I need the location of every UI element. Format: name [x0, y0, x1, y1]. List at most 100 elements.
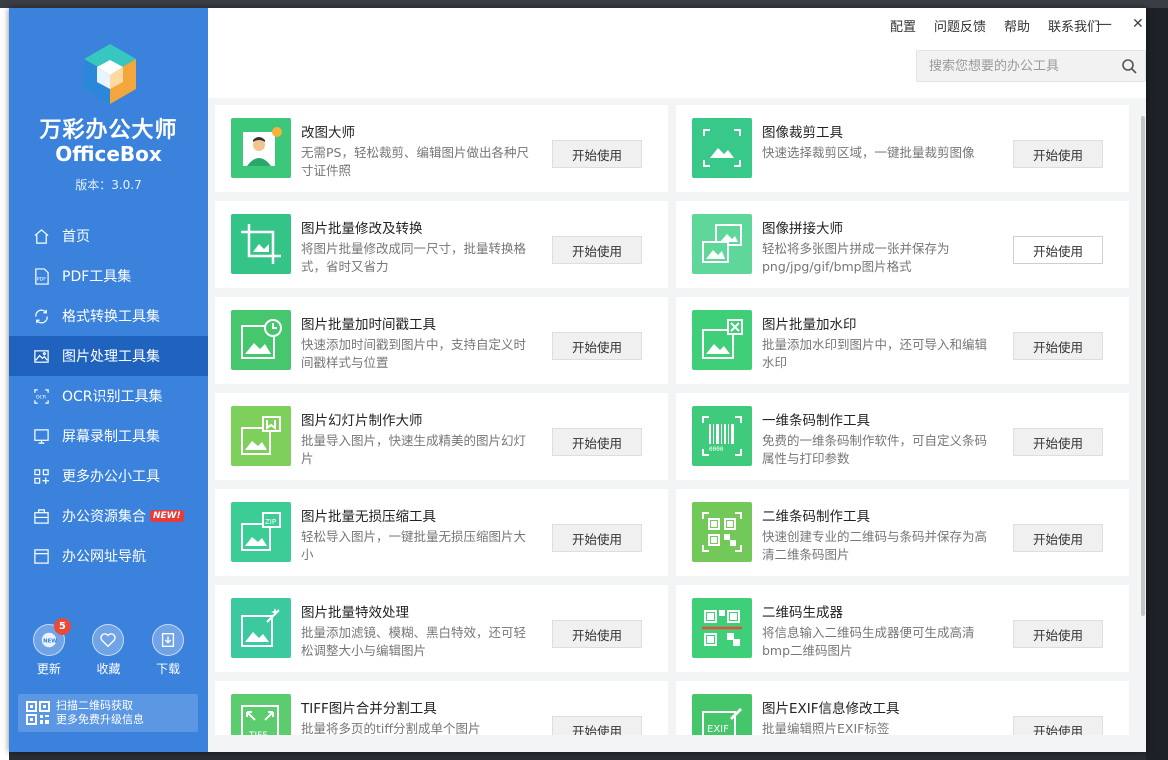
download-label: 下载: [156, 662, 181, 676]
sidebar-item-label: 图片处理工具集: [62, 349, 160, 365]
zip-icon: ZIP: [231, 502, 291, 562]
tool-description: 批量导入图片，快速生成精美的图片幻灯片: [301, 433, 527, 466]
config-link[interactable]: 配置: [890, 16, 916, 35]
tool-description: 批量添加水印到图片中，还可导入和编辑水印: [762, 337, 988, 370]
tool-description: 批量添加滤镜、模糊、黑白特效，还可轻松调整大小与编辑图片: [301, 625, 527, 658]
tool-description: 将信息输入二维码生成器便可生成高清bmp二维码图片: [762, 625, 975, 658]
tool-card: 图片幻灯片制作大师 批量导入图片，快速生成精美的图片幻灯片 开始使用: [215, 393, 668, 480]
start-button[interactable]: 开始使用: [1013, 524, 1103, 552]
tool-card: 图片批量加水印 批量添加水印到图片中，还可导入和编辑水印 开始使用: [676, 297, 1129, 384]
sidebar-item-resources[interactable]: 办公资源集合 NEW!: [9, 496, 208, 536]
briefcase-icon: [31, 506, 51, 526]
tool-card: 图像拼接大师 轻松将多张图片拼成一张并保存为png/jpg/gif/bmp图片格…: [676, 201, 1129, 288]
start-button[interactable]: 开始使用: [1013, 428, 1103, 456]
exif-icon: EXIF: [692, 694, 752, 735]
tool-description: 快速选择裁剪区域，一键批量裁剪图像: [762, 145, 975, 160]
sidebar-item-home[interactable]: 首页: [9, 216, 208, 256]
sidebar-item-image[interactable]: 图片处理工具集: [9, 336, 208, 376]
sidebar-nav: 首页 PDF PDF工具集 格式转换工具集 图片处理工具集 OCR OCR识别工…: [9, 216, 208, 576]
app-subtitle: OfficeBox: [55, 142, 162, 166]
tool-description: 将图片批量修改成同一尺寸，批量转换格式，省时又省力: [301, 241, 527, 274]
favorites-button[interactable]: 收藏: [83, 624, 133, 677]
update-label: 更新: [36, 662, 61, 676]
qr-promo[interactable]: 扫描二维码获取 更多免费升级信息: [18, 694, 198, 732]
tools-panel: 改图大师 无需PS，轻松裁剪、编辑图片做出各种尺寸证件照 开始使用 图像裁剪工具…: [215, 105, 1129, 735]
contact-link[interactable]: 联系我们: [1048, 16, 1100, 35]
tool-title: 图片批量加时间戳工具: [301, 317, 436, 333]
start-button[interactable]: 开始使用: [552, 332, 642, 360]
start-button[interactable]: 开始使用: [552, 236, 642, 264]
tool-card: 图片批量特效处理 批量添加滤镜、模糊、黑白特效，还可轻松调整大小与编辑图片 开始…: [215, 585, 668, 672]
app-title: 万彩办公大师: [39, 118, 178, 143]
sidebar-item-label: 首页: [62, 229, 90, 245]
sidebar-item-apps[interactable]: 更多办公小工具: [9, 456, 208, 496]
tiff-icon: TIFF: [231, 694, 291, 735]
sidebar-item-pdf[interactable]: PDF PDF工具集: [9, 256, 208, 296]
start-button[interactable]: 开始使用: [552, 428, 642, 456]
qrcode-maker-icon: [692, 502, 752, 562]
barcode-icon: 0000: [692, 406, 752, 466]
start-button[interactable]: 开始使用: [552, 716, 642, 735]
portrait-icon: [231, 118, 291, 178]
minimize-button[interactable]: —: [1096, 14, 1112, 33]
browser-icon: [31, 546, 51, 566]
start-button[interactable]: 开始使用: [552, 140, 642, 168]
start-button[interactable]: 开始使用: [1013, 716, 1103, 735]
tool-title: 二维码生成器: [762, 605, 843, 621]
timestamp-icon: [231, 310, 291, 370]
sidebar-item-label: 屏幕录制工具集: [62, 429, 160, 445]
start-button[interactable]: 开始使用: [1013, 620, 1103, 648]
sidebar-item-screen[interactable]: 屏幕录制工具集: [9, 416, 208, 456]
tool-title: 图片EXIF信息修改工具: [762, 701, 900, 717]
tool-description: 批量将多页的tiff分割成单个图片: [301, 721, 481, 735]
screen-icon: [31, 426, 51, 446]
tool-title: 图像裁剪工具: [762, 125, 843, 141]
resize-icon: [231, 214, 291, 274]
tool-title: 改图大师: [301, 125, 355, 141]
sidebar-item-ocr[interactable]: OCR OCR识别工具集: [9, 376, 208, 416]
close-button[interactable]: ✕: [1132, 16, 1144, 32]
start-button[interactable]: 开始使用: [552, 524, 642, 552]
tool-card: EXIF 图片EXIF信息修改工具 批量编辑照片EXIF标签 开始使用: [676, 681, 1129, 735]
tool-description: 轻松导入图片，一键批量无损压缩图片大小: [301, 529, 527, 562]
apps-icon: [31, 466, 51, 486]
tool-card: 0000 一维条码制作工具 免费的一维条码制作软件，可自定义条码属性与打印参数 …: [676, 393, 1129, 480]
qrcode-gen-icon: [692, 598, 752, 658]
update-button[interactable]: NEW 5 更新: [24, 618, 74, 677]
image-icon: [31, 346, 51, 366]
feedback-link[interactable]: 问题反馈: [934, 16, 986, 35]
start-button[interactable]: 开始使用: [1013, 236, 1103, 264]
help-link[interactable]: 帮助: [1004, 16, 1030, 35]
tool-description: 免费的一维条码制作软件，可自定义条码属性与打印参数: [762, 433, 988, 466]
header: 配置 问题反馈 帮助 联系我们 — ✕: [208, 8, 1146, 98]
tool-description: 轻松将多张图片拼成一张并保存为png/jpg/gif/bmp图片格式: [762, 241, 950, 274]
tool-card: 二维码生成器 将信息输入二维码生成器便可生成高清bmp二维码图片 开始使用: [676, 585, 1129, 672]
tool-description: 快速创建专业的二维码与条码并保存为高清二维条码图片: [762, 529, 988, 562]
tool-title: TIFF图片合并分割工具: [301, 701, 437, 717]
start-button[interactable]: 开始使用: [552, 620, 642, 648]
background-window-right: [1146, 8, 1168, 760]
start-button[interactable]: 开始使用: [1013, 332, 1103, 360]
tool-title: 图像拼接大师: [762, 221, 843, 237]
tool-title: 图片批量加水印: [762, 317, 857, 333]
tool-title: 图片批量无损压缩工具: [301, 509, 436, 525]
tool-card: TIFF TIFF图片合并分割工具 批量将多页的tiff分割成单个图片 开始使用: [215, 681, 668, 735]
search-box: [916, 50, 1146, 82]
start-button[interactable]: 开始使用: [1013, 140, 1103, 168]
sidebar-item-label: 办公资源集合: [62, 509, 146, 525]
crop-image-icon: [692, 118, 752, 178]
sidebar-item-label: PDF工具集: [62, 269, 132, 285]
tool-title: 图片批量特效处理: [301, 605, 409, 621]
search-input[interactable]: [917, 51, 1117, 81]
svg-text:0000: 0000: [709, 446, 724, 453]
tool-title: 一维条码制作工具: [762, 413, 870, 429]
new-badge: NEW!: [150, 510, 184, 522]
content-scrollbar[interactable]: [1141, 116, 1145, 616]
download-button[interactable]: 下载: [143, 624, 193, 677]
search-icon[interactable]: [1121, 58, 1137, 74]
convert-icon: [31, 306, 51, 326]
background-taskbar: [0, 0, 1168, 8]
effects-icon: [231, 598, 291, 658]
sidebar-item-convert[interactable]: 格式转换工具集: [9, 296, 208, 336]
sidebar-item-nav-sites[interactable]: 办公网址导航: [9, 536, 208, 576]
